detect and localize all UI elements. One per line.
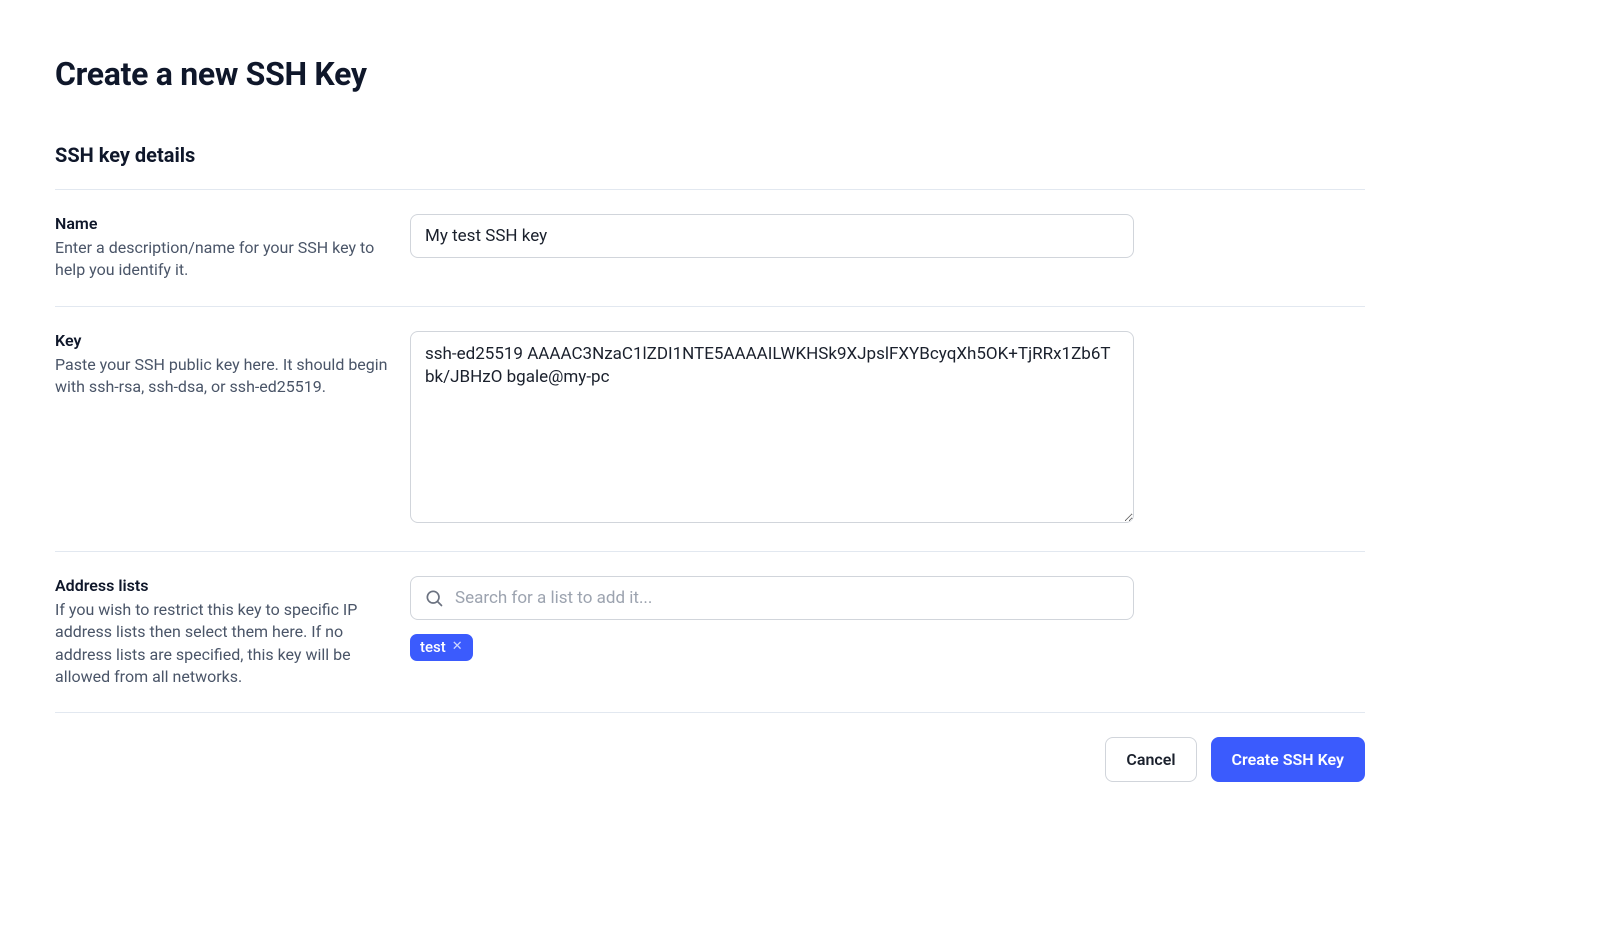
tag-label: test (420, 638, 446, 656)
page-title: Create a new SSH Key (55, 55, 1365, 93)
key-label: Key (55, 331, 390, 350)
address-lists-desc: If you wish to restrict this key to spec… (55, 599, 390, 689)
tag-item[interactable]: test ✕ (410, 634, 473, 661)
form-row-name: Name Enter a description/name for your S… (55, 189, 1365, 307)
tag-row: test ✕ (410, 634, 1134, 661)
section-title: SSH key details (55, 143, 1365, 167)
create-ssh-key-button[interactable]: Create SSH Key (1211, 737, 1365, 782)
name-desc: Enter a description/name for your SSH ke… (55, 237, 390, 282)
form-row-address-lists: Address lists If you wish to restrict th… (55, 552, 1365, 714)
name-input[interactable] (410, 214, 1134, 258)
close-icon[interactable]: ✕ (452, 640, 463, 653)
key-textarea[interactable]: ssh-ed25519 AAAAC3NzaC1lZDI1NTE5AAAAILWK… (410, 331, 1134, 523)
actions-row: Cancel Create SSH Key (55, 713, 1365, 782)
address-lists-label: Address lists (55, 576, 390, 595)
form-row-key: Key Paste your SSH public key here. It s… (55, 307, 1365, 552)
cancel-button[interactable]: Cancel (1105, 737, 1196, 782)
name-label: Name (55, 214, 390, 233)
key-desc: Paste your SSH public key here. It shoul… (55, 354, 390, 399)
address-lists-search-input[interactable] (410, 576, 1134, 620)
